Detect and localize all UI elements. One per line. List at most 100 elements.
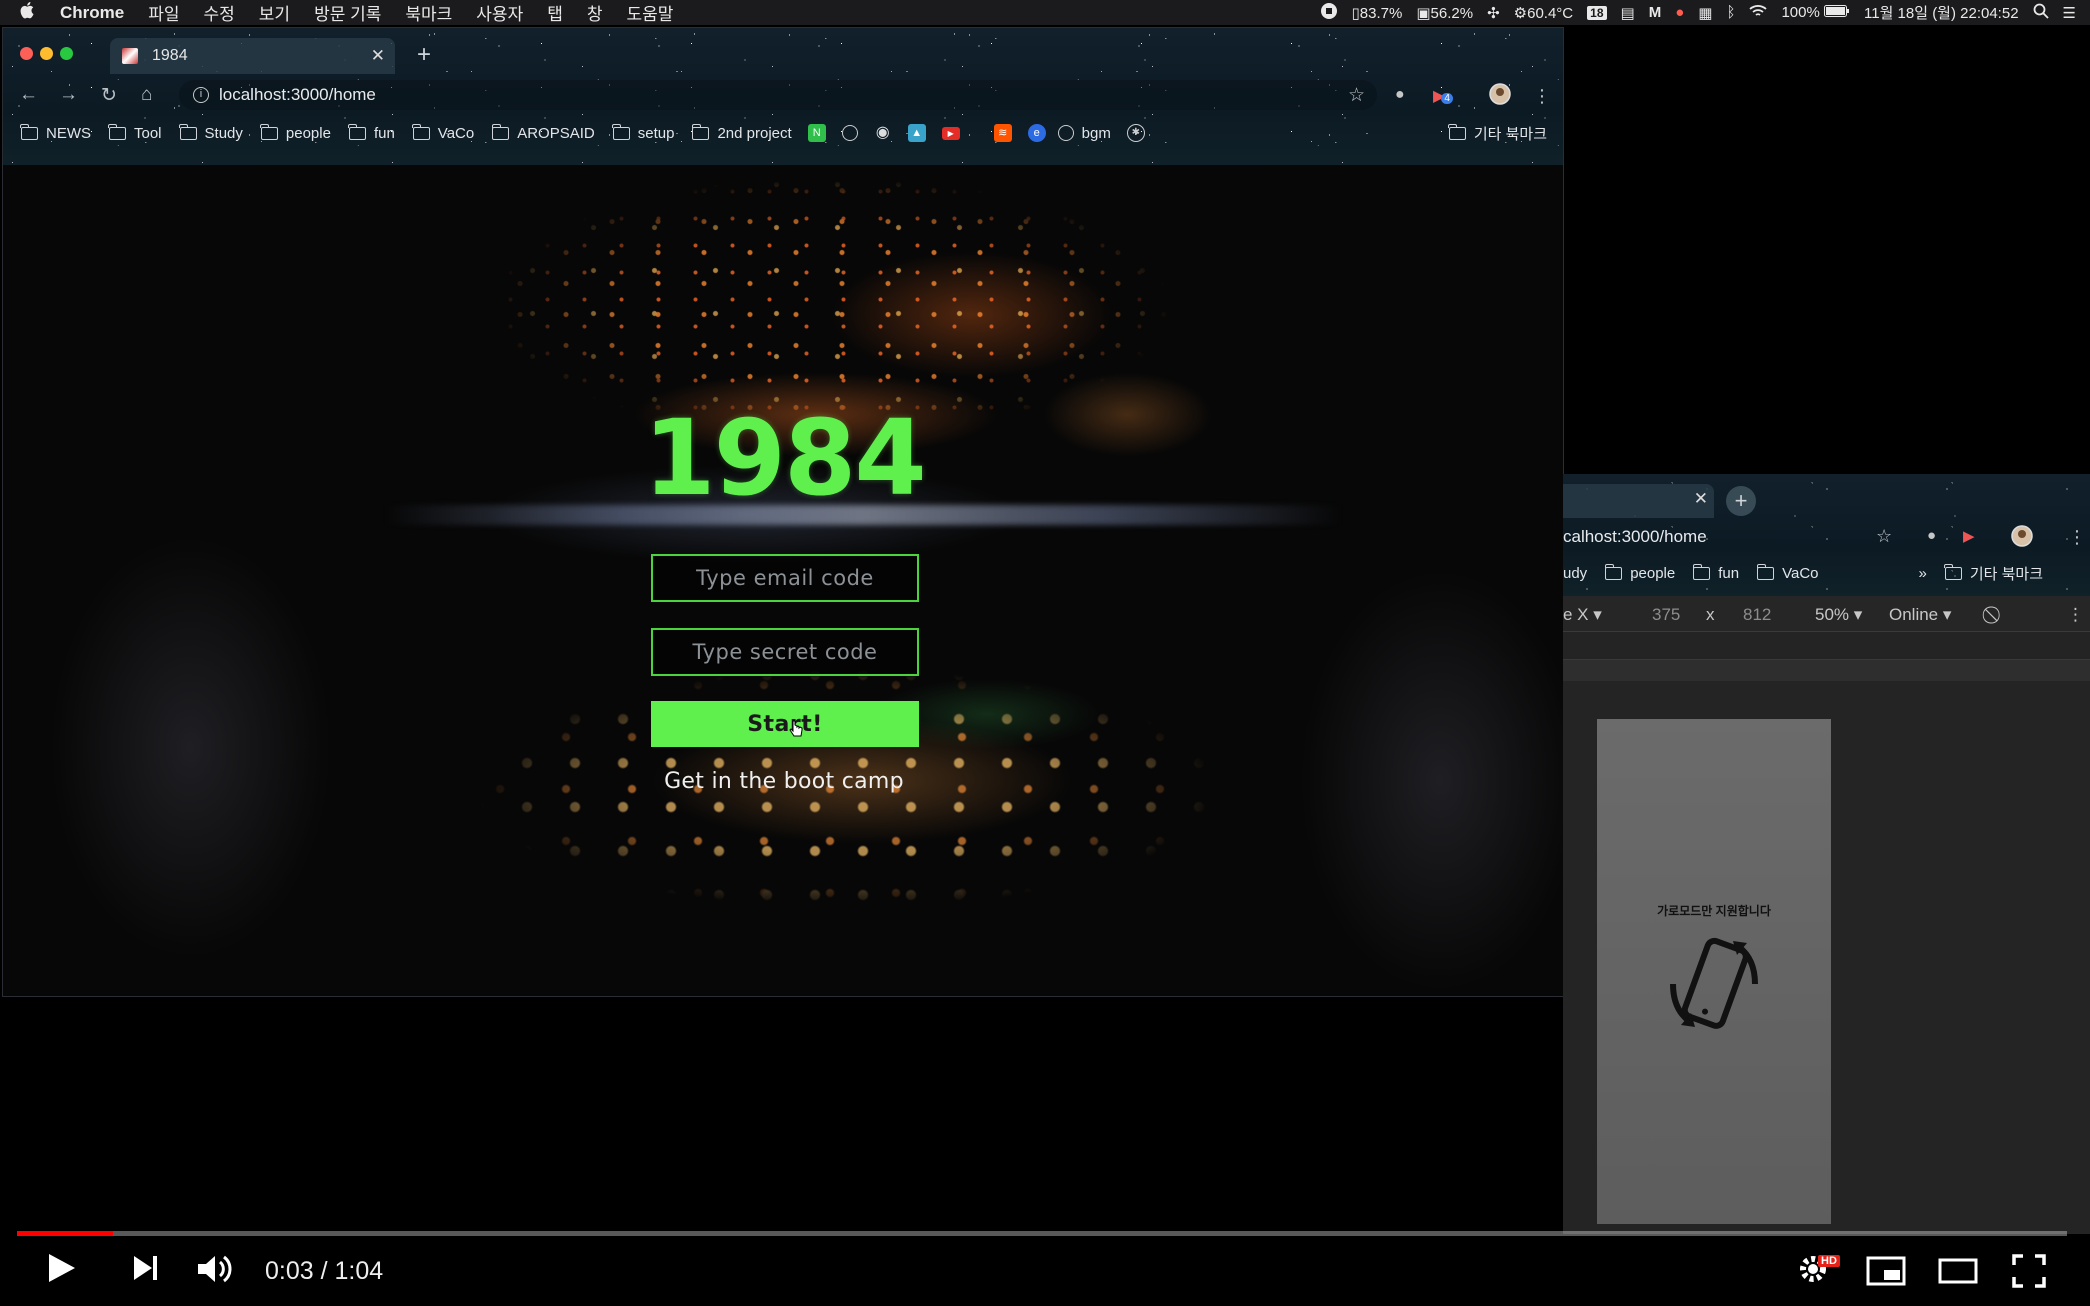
notification-center-icon[interactable]: ☰ [2063,4,2076,22]
bookmark-bird-icon[interactable]: ▲ [907,124,926,142]
miniplayer-icon[interactable] [1866,1256,1906,1291]
play-icon[interactable] [47,1252,77,1289]
minimize-window-button[interactable] [40,47,53,60]
folder-icon [1448,123,1466,140]
menu-app-name[interactable]: Chrome [60,3,124,23]
bookmark-folder-setup[interactable]: setup [612,123,674,142]
temperature-status[interactable]: ⚙60.4°C [1514,4,1573,22]
devtools-url-text[interactable]: calhost:3000/home [1563,527,1707,547]
devtools-browser-tab[interactable]: ✕ [1563,484,1714,518]
memory-icon: ▣ [1416,4,1431,22]
spotlight-search-icon[interactable] [2033,3,2049,23]
home-icon[interactable]: ⌂ [141,84,152,106]
bookmark-folder-vaco[interactable]: VaCo [412,123,474,142]
bookmark-folder-vaco[interactable]: VaCo [1756,563,1819,582]
bluetooth-icon[interactable]: ᛒ [1726,4,1735,21]
battery-status[interactable]: 100% [1781,4,1850,21]
new-tab-button[interactable]: + [417,41,431,69]
menu-view[interactable]: 보기 [259,0,290,25]
next-video-icon[interactable] [131,1252,161,1289]
bookmark-star-icon[interactable]: ☆ [1876,526,1892,547]
back-arrow-icon[interactable]: ← [19,84,38,106]
forward-arrow-icon[interactable]: → [59,84,78,106]
device-width-input[interactable]: 375 [1652,605,1680,625]
malwarebytes-icon[interactable]: M [1649,4,1662,21]
bookmark-naver-icon[interactable]: N [807,124,826,142]
bookmark-folder-fun[interactable]: fun [1692,563,1739,582]
bookmark-folder-2nd-project[interactable]: 2nd project [691,123,792,142]
menu-history[interactable]: 방문 기록 [314,0,381,25]
menu-bookmarks[interactable]: 북마크 [405,0,452,25]
extension-cast-icon[interactable]: ▶4 [1433,86,1453,106]
tab-close-icon[interactable]: ✕ [371,46,385,66]
memory-status[interactable]: ▣56.2% [1416,4,1473,22]
bookmark-youtube-icon[interactable]: ▶ [941,126,960,140]
menu-people[interactable]: 사용자 [476,0,523,25]
record-app-icon[interactable]: ● [1675,4,1684,21]
zoom-window-button[interactable] [60,47,73,60]
reload-icon[interactable]: ↻ [101,84,117,107]
bookmark-folder-aropsaid[interactable]: AROPSAID [491,123,595,142]
browser-tab[interactable]: 1984 ✕ [110,38,395,74]
network-throttle-select[interactable]: Online ▾ [1889,605,1951,625]
secret-code-input[interactable] [651,628,919,676]
device-height-input[interactable]: 812 [1743,605,1771,625]
fan-icon[interactable]: ✣ [1487,4,1500,22]
bookmark-globe-icon[interactable] [841,125,858,141]
chrome-menu-icon[interactable]: ⋮ [2068,527,2086,548]
extension-cast-icon[interactable]: ▶ [1963,527,1975,545]
grid-app-icon[interactable]: ▦ [1698,4,1712,22]
extension-mic-icon[interactable]: ● [1927,527,1936,544]
start-button[interactable]: Start! [651,701,919,747]
menu-window[interactable]: 창 [587,0,603,25]
extension-mic-icon[interactable]: ● [1395,86,1405,104]
bookmarks-overflow-chevron[interactable]: » [1919,565,1927,582]
clock[interactable]: 11월 18일 (월) 22:04:52 [1864,2,2019,23]
video-progress-bar[interactable] [17,1231,2067,1236]
screen-icon[interactable]: ▤ [1621,4,1635,22]
folder-icon [260,123,278,140]
bookmark-folder-people[interactable]: people [260,123,331,142]
profile-avatar[interactable] [1489,83,1511,110]
wifi-icon[interactable] [1749,4,1768,22]
omnibox[interactable]: i localhost:3000/home ☆ [179,80,1377,110]
menu-file[interactable]: 파일 [148,0,179,25]
other-bookmarks[interactable]: 기타 북마크 [1944,563,2043,584]
bookmark-folder-people[interactable]: people [1604,563,1675,582]
bookmark-folder-fun[interactable]: fun [348,123,395,142]
more-options-icon[interactable]: ⋮ [2067,605,2084,625]
email-code-input[interactable] [651,554,919,602]
apple-menu-icon[interactable] [20,1,38,24]
volume-icon[interactable] [196,1252,236,1291]
site-info-icon[interactable]: i [193,87,209,103]
close-window-button[interactable] [20,47,33,60]
dimension-times: x [1706,605,1715,624]
cpu-status[interactable]: ▯83.7% [1352,4,1403,22]
theater-mode-icon[interactable] [1938,1258,1978,1289]
menu-tab[interactable]: 탭 [547,0,563,25]
bookmark-folder-study[interactable]: udy [1563,565,1587,582]
bookmark-soundcloud-icon[interactable]: ≋ [993,124,1012,142]
other-bookmarks[interactable]: 기타 북마크 [1448,123,1547,144]
bookmark-star-icon[interactable]: ☆ [1348,84,1365,107]
bookmark-folder-news[interactable]: NEWS [20,123,91,142]
chrome-menu-icon[interactable]: ⋮ [1533,86,1551,107]
bootcamp-link[interactable]: Get in the boot camp [3,769,1563,794]
bookmark-folder-study[interactable]: Study [178,123,243,142]
calendar-badge[interactable]: 18 [1587,5,1607,20]
url-text[interactable]: localhost:3000/home [219,85,376,105]
device-select[interactable]: e X ▾ [1563,605,1602,625]
bookmark-compass-icon[interactable]: ✱ [1126,124,1145,142]
zoom-select[interactable]: 50% ▾ [1815,605,1862,625]
fullscreen-icon[interactable] [2012,1254,2046,1293]
bookmark-bgm[interactable]: bgm [1057,125,1111,142]
record-icon[interactable] [1320,2,1338,24]
bookmark-folder-tool[interactable]: Tool [108,123,162,142]
profile-avatar[interactable] [2011,525,2033,551]
bookmark-edge-icon[interactable]: e [1027,124,1046,142]
tab-close-icon[interactable]: ✕ [1694,489,1708,509]
new-tab-button[interactable]: + [1726,486,1756,516]
bookmark-github-icon[interactable]: ◉ [874,124,892,142]
menu-help[interactable]: 도움말 [627,0,674,25]
menu-edit[interactable]: 수정 [204,0,235,25]
